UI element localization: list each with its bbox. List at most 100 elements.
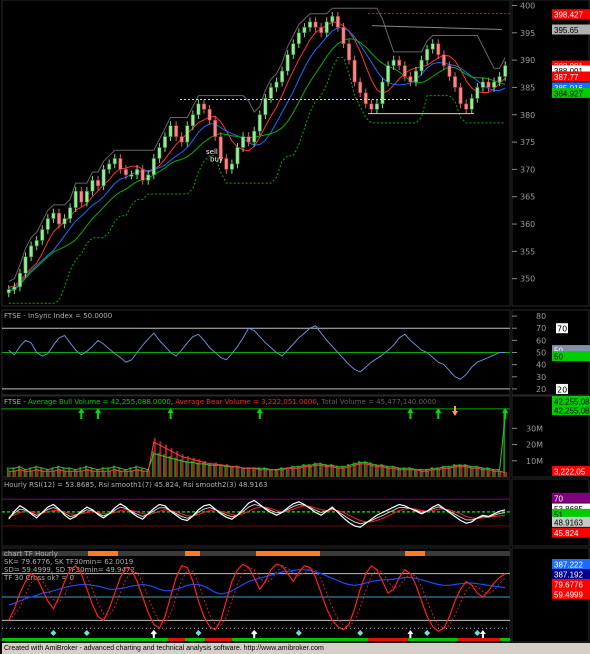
price-candle xyxy=(358,81,363,94)
stoch-state-segment xyxy=(185,551,200,556)
price-tick-label: 385 xyxy=(520,83,535,92)
volume-bear-bar xyxy=(248,467,251,477)
price-candle xyxy=(23,256,28,274)
volume-bear-bar xyxy=(360,462,363,477)
volume-bull-bar xyxy=(163,454,165,477)
volume-title-part: Total Volume = 45,477,140.0000 xyxy=(320,398,436,406)
volume-bear-bar xyxy=(192,457,195,477)
price-candle xyxy=(252,130,257,143)
insync-tick-label: 20 xyxy=(536,385,546,394)
price-candle xyxy=(107,163,112,170)
volume-title-part: Average Bull Volume = 42,255,088.0000 xyxy=(28,398,171,406)
volume-bull-bar xyxy=(168,455,171,477)
price-candle xyxy=(397,59,402,66)
stoch-bottom-segment xyxy=(368,638,408,641)
price-candle xyxy=(57,212,61,225)
price-candle xyxy=(347,43,352,61)
volume-bull-bar xyxy=(68,467,71,477)
volume-tick-label: 10M xyxy=(526,457,543,466)
volume-bull-bar xyxy=(296,465,299,477)
insync-level-badge: 20 xyxy=(557,385,567,394)
stoch-state-segment xyxy=(256,551,320,556)
volume-bear-bar xyxy=(243,467,246,477)
price-candle xyxy=(503,65,508,77)
price-candle xyxy=(413,70,418,83)
price-candle xyxy=(146,174,151,181)
rsi-panel[interactable]: Hourly RSI(12) = 53.8685, Rsi smooth1(7)… xyxy=(1,478,590,547)
price-candle xyxy=(34,240,39,247)
price-candle xyxy=(224,158,229,170)
volume-bull-bar xyxy=(190,460,193,477)
volume-bull-bar xyxy=(196,462,199,477)
insync-panel[interactable]: FTSE - InSync Index = 50.0000 80 70 60 50 40 3… xyxy=(1,309,590,396)
insync-value-badge-label: 50 xyxy=(554,353,563,362)
volume-title: FTSE - Average Bull Volume = 42,255,088.… xyxy=(4,398,436,406)
price-candle xyxy=(62,218,67,225)
price-tick-label: 375 xyxy=(520,138,535,147)
price-axis-area xyxy=(511,0,590,307)
volume-bear-bar xyxy=(337,467,340,477)
stoch-value-badge-label: 387.192 xyxy=(554,571,583,580)
price-candle xyxy=(96,180,101,187)
volume-title-part: FTSE - xyxy=(4,398,28,406)
stochastic-panel[interactable]: chart TF HourlySK= 79.6776, SK TF30min= … xyxy=(1,547,590,643)
price-tick-label: 355 xyxy=(520,247,535,256)
volume-bull-bar xyxy=(475,465,478,477)
price-tick-label: 390 xyxy=(520,56,535,65)
price-candle xyxy=(174,125,179,137)
volume-bull-bar xyxy=(402,467,405,477)
price-candle xyxy=(441,54,446,66)
price-candle xyxy=(280,70,285,83)
volume-bull-bar xyxy=(202,462,205,477)
price-panel[interactable]: 350355360365370375380385390395400sellbuy… xyxy=(1,0,590,307)
volume-bull-bar xyxy=(308,464,310,477)
volume-title-part: Average Bear Volume = 3,222,051.0000 xyxy=(175,398,317,406)
volume-bull-bar xyxy=(213,464,216,477)
stoch-state-segment xyxy=(88,551,118,556)
volume-bear-bar xyxy=(471,467,474,477)
volume-bear-bar xyxy=(349,465,351,477)
volume-bear-bar xyxy=(298,467,301,477)
price-tick-label: 370 xyxy=(520,165,535,174)
price-tick-label: 400 xyxy=(520,1,535,10)
stoch-title-line: chart TF Hourly xyxy=(4,550,58,558)
price-candle xyxy=(241,136,246,148)
price-candle xyxy=(235,147,240,165)
rsi-title: Hourly RSI(12) = 53.8685, Rsi smooth1(7)… xyxy=(4,481,268,489)
price-tick-label: 380 xyxy=(520,111,535,120)
price-candle xyxy=(341,27,346,45)
price-candle xyxy=(84,190,89,203)
volume-bull-bar xyxy=(319,462,322,477)
price-candle xyxy=(335,16,340,28)
price-candle xyxy=(101,169,106,187)
price-candle xyxy=(313,21,318,28)
volume-bull-bar xyxy=(179,459,182,477)
stoch-value-badge-label: 79.6776 xyxy=(554,581,583,590)
volume-bull-bar xyxy=(140,467,143,477)
price-candle xyxy=(207,108,212,121)
volume-bear-bar xyxy=(343,467,346,477)
amibroker-chart-window: 350355360365370375380385390395400sellbuy… xyxy=(1,0,590,643)
price-candle xyxy=(123,169,128,176)
price-candle xyxy=(79,190,84,203)
price-candle xyxy=(475,87,480,99)
price-candle xyxy=(129,174,134,177)
price-candle xyxy=(492,81,497,88)
volume-bull-bar xyxy=(40,467,43,477)
volume-value-badge-label: 3,222,05 xyxy=(554,468,586,477)
price-candle xyxy=(458,87,463,105)
volume-bear-bar xyxy=(315,464,318,477)
price-candle xyxy=(190,114,195,126)
volume-bear-bar xyxy=(388,467,391,477)
volume-bear-bar xyxy=(209,462,212,477)
volume-bear-bar xyxy=(460,465,463,477)
price-candle xyxy=(135,169,140,176)
volume-bear-bar xyxy=(304,465,307,477)
volume-bull-bar xyxy=(436,467,439,477)
insync-tick-label: 40 xyxy=(536,361,546,370)
price-candle xyxy=(168,125,173,137)
volume-bear-bar xyxy=(181,454,184,477)
volume-bull-bar xyxy=(12,467,15,477)
volume-panel[interactable]: FTSE - Average Bull Volume = 42,255,088.… xyxy=(1,395,590,478)
volume-bull-bar xyxy=(464,464,467,477)
